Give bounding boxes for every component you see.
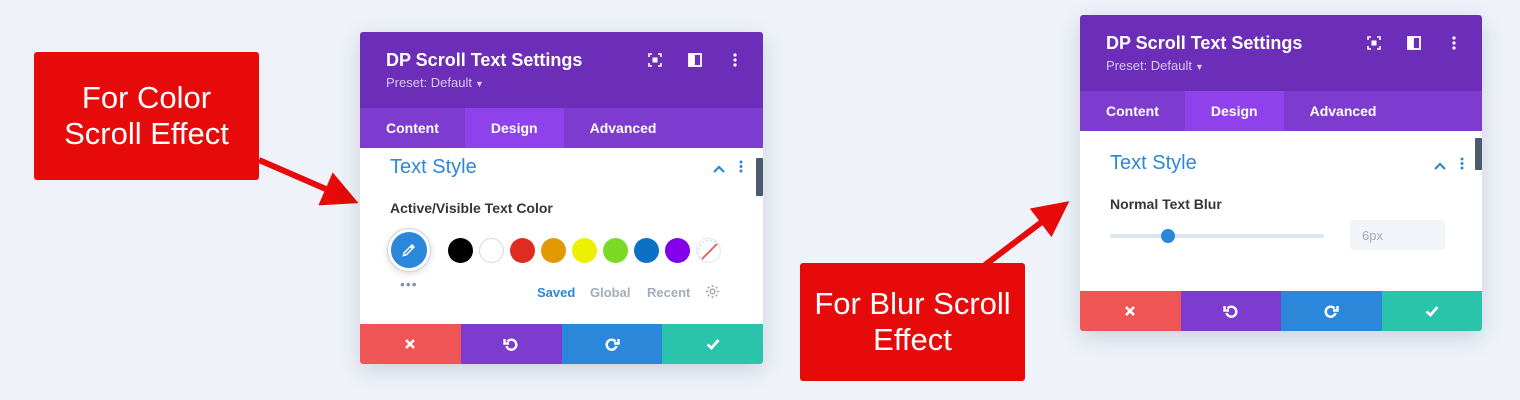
callout-line: Effect bbox=[873, 322, 952, 357]
caret-down-icon: ▼ bbox=[475, 79, 484, 89]
chevron-up-icon[interactable] bbox=[713, 160, 725, 178]
expand-icon[interactable] bbox=[1364, 33, 1384, 53]
callout-line: Scroll Effect bbox=[64, 116, 229, 151]
panel-header: DP Scroll Text Settings Preset: Default ▼ bbox=[1080, 15, 1482, 91]
expand-icon[interactable] bbox=[645, 50, 665, 70]
close-icon bbox=[1125, 306, 1136, 316]
chevron-up-icon[interactable] bbox=[1434, 157, 1446, 175]
slider-handle[interactable] bbox=[1160, 229, 1175, 243]
callout-line: For Color bbox=[81, 80, 212, 115]
redo-icon bbox=[605, 338, 620, 351]
blur-slider[interactable] bbox=[1110, 234, 1324, 238]
preset-label: Preset: Default bbox=[1106, 58, 1192, 73]
panel-footer bbox=[360, 324, 763, 364]
more-vertical-icon[interactable] bbox=[725, 50, 745, 70]
field-label: Active/Visible Text Color bbox=[390, 200, 553, 216]
panel-body: Text Style Active/Visible Text Color •••… bbox=[360, 148, 763, 324]
blur-value-input[interactable] bbox=[1350, 220, 1445, 250]
tab-advanced[interactable]: Advanced bbox=[1284, 91, 1403, 131]
tab-content[interactable]: Content bbox=[360, 108, 465, 148]
settings-panel-color: DP Scroll Text Settings Preset: Default ▼… bbox=[360, 32, 763, 364]
swatch-yellow[interactable] bbox=[572, 238, 597, 263]
tab-design[interactable]: Design bbox=[1184, 91, 1284, 131]
color-tab-saved[interactable]: Saved bbox=[537, 285, 575, 300]
preset-label: Preset: Default bbox=[386, 75, 472, 90]
swatch-transparent[interactable] bbox=[696, 238, 721, 263]
check-icon bbox=[706, 339, 720, 350]
panel-footer bbox=[1080, 291, 1482, 331]
arrow-to-color-panel bbox=[257, 157, 359, 206]
swatch-black[interactable] bbox=[448, 238, 473, 263]
field-label: Normal Text Blur bbox=[1110, 196, 1222, 212]
color-tab-global[interactable]: Global bbox=[590, 285, 630, 300]
swatch-blue[interactable] bbox=[634, 238, 659, 263]
panel-body: Text Style Normal Text Blur bbox=[1080, 131, 1482, 291]
redo-button[interactable] bbox=[561, 324, 663, 364]
slider-fill bbox=[1110, 234, 1168, 238]
section-menu-icon[interactable] bbox=[1460, 157, 1464, 175]
cancel-button[interactable] bbox=[360, 324, 461, 364]
section-title[interactable]: Text Style bbox=[390, 155, 477, 179]
tab-design[interactable]: Design bbox=[464, 108, 564, 148]
panel-tabs: Content Design Advanced bbox=[1080, 91, 1482, 131]
tab-advanced[interactable]: Advanced bbox=[564, 108, 683, 148]
undo-icon bbox=[503, 338, 518, 351]
blur-effect-callout: For Blur Scroll Effect bbox=[800, 263, 1025, 381]
scrollbar[interactable] bbox=[1475, 138, 1482, 170]
swatch-orange[interactable] bbox=[541, 238, 566, 263]
save-button[interactable] bbox=[662, 324, 763, 364]
eyedropper-button[interactable] bbox=[388, 229, 430, 271]
redo-button[interactable] bbox=[1281, 291, 1382, 331]
preset-dropdown[interactable]: Preset: Default ▼ bbox=[386, 75, 737, 92]
settings-gear-icon[interactable] bbox=[705, 284, 720, 304]
more-colors-icon[interactable]: ••• bbox=[400, 276, 418, 292]
settings-panel-blur: DP Scroll Text Settings Preset: Default ▼… bbox=[1080, 15, 1482, 331]
undo-icon bbox=[1223, 305, 1238, 318]
swatch-green[interactable] bbox=[603, 238, 628, 263]
color-tab-recent[interactable]: Recent bbox=[647, 285, 690, 300]
scrollbar[interactable] bbox=[756, 158, 763, 196]
swatch-purple[interactable] bbox=[665, 238, 690, 263]
arrow-to-blur-panel bbox=[983, 201, 1070, 268]
panel-header: DP Scroll Text Settings Preset: Default ▼ bbox=[360, 32, 763, 108]
undo-button[interactable] bbox=[1180, 291, 1281, 331]
split-view-icon[interactable] bbox=[1404, 33, 1424, 53]
swatch-white[interactable] bbox=[479, 238, 504, 263]
undo-button[interactable] bbox=[460, 324, 562, 364]
split-view-icon[interactable] bbox=[685, 50, 705, 70]
section-title[interactable]: Text Style bbox=[1110, 151, 1197, 175]
section-menu-icon[interactable] bbox=[739, 160, 743, 178]
preset-dropdown[interactable]: Preset: Default ▼ bbox=[1106, 58, 1456, 75]
callout-line: For Blur Scroll bbox=[814, 286, 1011, 321]
more-vertical-icon[interactable] bbox=[1444, 33, 1464, 53]
close-icon bbox=[405, 339, 416, 349]
tab-content[interactable]: Content bbox=[1080, 91, 1185, 131]
save-button[interactable] bbox=[1381, 291, 1482, 331]
eyedropper-icon bbox=[402, 244, 415, 257]
swatch-red[interactable] bbox=[510, 238, 535, 263]
color-effect-callout: For Color Scroll Effect bbox=[34, 52, 259, 180]
check-icon bbox=[1425, 306, 1439, 317]
redo-icon bbox=[1324, 305, 1339, 318]
cancel-button[interactable] bbox=[1080, 291, 1181, 331]
panel-tabs: Content Design Advanced bbox=[360, 108, 763, 148]
caret-down-icon: ▼ bbox=[1195, 62, 1204, 72]
